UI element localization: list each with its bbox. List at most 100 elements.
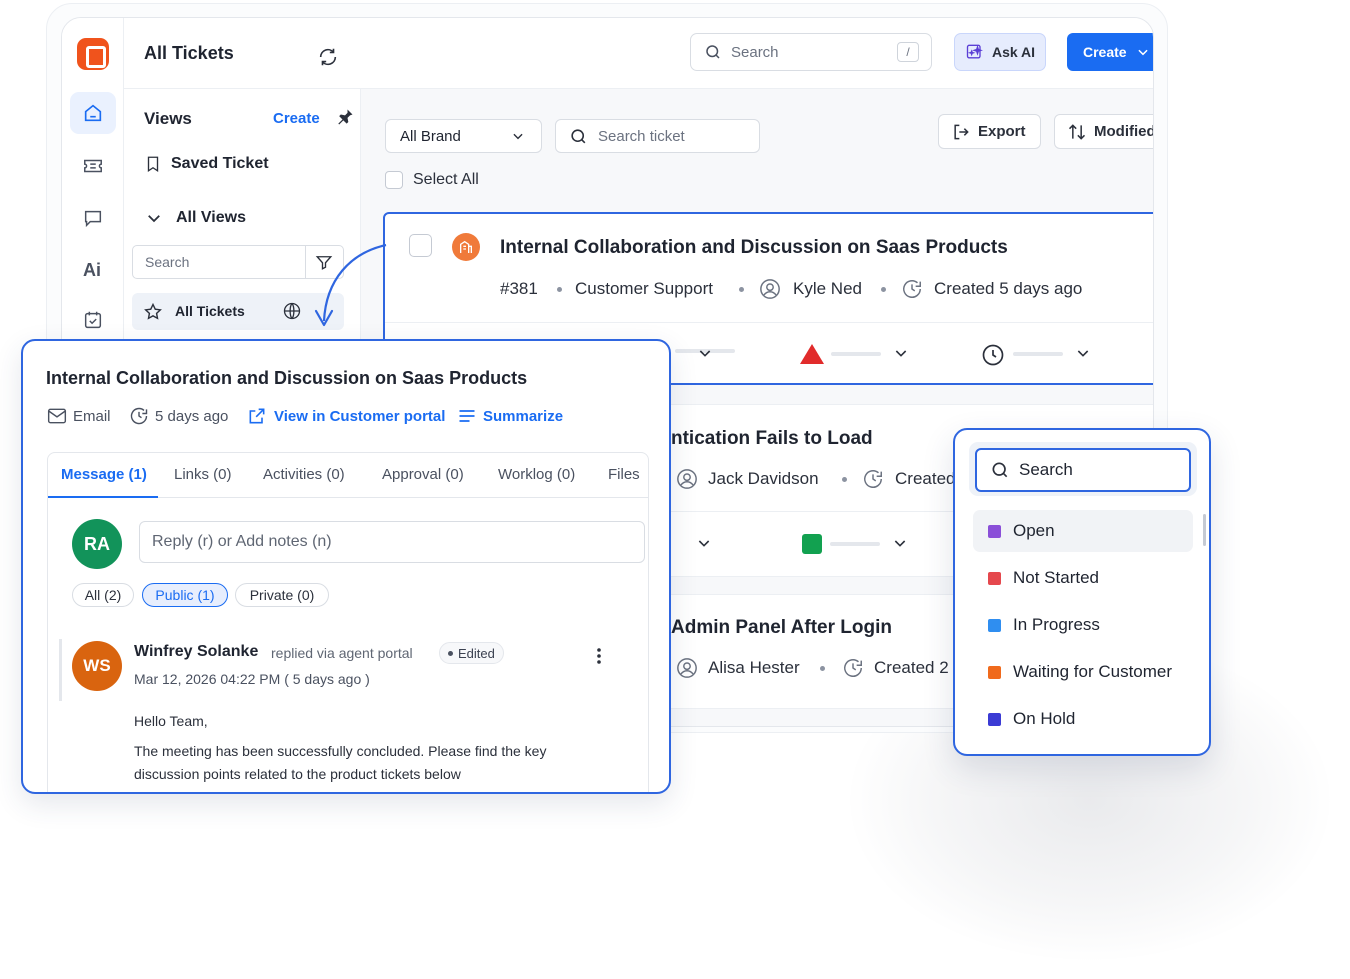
reply-placeholder: Reply (r) or Add notes (n) [152,533,332,550]
ticket-agent: Kyle Ned [793,279,862,298]
status-option-on-hold[interactable]: On Hold [973,698,1193,740]
ticket-created: Created 2 [874,658,949,677]
search-ticket-input[interactable]: Search ticket [555,119,760,153]
brand-logo-icon[interactable] [77,38,109,70]
status-swatch [988,524,1001,538]
status-dropdown: Search Open Not Started In Progress Wait… [953,428,1211,756]
export-button[interactable]: Export [938,114,1041,149]
status-swatch [988,665,1001,679]
avatar: WS [72,641,122,691]
reply-input[interactable]: Reply (r) or Add notes (n) [139,521,645,563]
clock-history-icon [842,657,864,679]
clock-history-icon [129,406,149,426]
summarize-button[interactable]: Summarize [483,408,563,425]
tab-worklog[interactable]: Worklog (0) [498,466,575,483]
detail-age: 5 days ago [155,408,229,425]
chevron-down-icon[interactable] [892,535,908,551]
chevron-down-icon[interactable] [893,345,909,361]
clock-icon[interactable] [981,343,1005,367]
tab-activities[interactable]: Activities (0) [263,466,345,483]
user-icon [759,278,781,300]
sort-modified-button[interactable]: Modified [1054,114,1154,149]
svg-text:Ai: Ai [83,260,101,280]
search-shortcut-badge: / [897,42,919,62]
select-all-label: Select All [413,171,479,188]
sort-icon [1068,123,1086,140]
status-search-placeholder: Search [1019,460,1073,479]
status-option-waiting-for-customer[interactable]: Waiting for Customer [973,651,1193,693]
create-button[interactable]: Create [1067,33,1153,71]
refresh-icon[interactable] [317,46,339,68]
status-green-icon[interactable] [802,534,822,554]
create-view-link[interactable]: Create [273,110,320,127]
page-title: All Tickets [144,43,234,63]
summarize-icon[interactable] [457,407,477,425]
global-search-placeholder: Search [731,43,779,61]
ticket-id: #381 [500,279,538,298]
global-search-input[interactable]: Search / [690,33,932,71]
view-item-label: All Tickets [175,303,245,319]
tickets-icon[interactable] [70,145,116,187]
pin-icon[interactable] [335,107,355,127]
brand-select-value: All Brand [400,127,461,145]
edited-label: Edited [458,645,495,661]
ticket-title[interactable]: Internal Collaboration and Discussion on… [500,237,1008,259]
chevron-down-icon[interactable] [1075,345,1091,361]
home-icon[interactable] [70,92,116,134]
chevron-down-icon[interactable] [145,209,163,227]
message-body-line-2: discussion points related to the product… [134,766,461,782]
user-icon [676,657,698,679]
status-option-in-progress[interactable]: In Progress [973,604,1193,646]
brand-select[interactable]: All Brand [385,119,542,153]
avatar: RA [72,519,122,569]
view-customer-portal-link[interactable]: View in Customer portal [274,408,445,425]
edited-badge: Edited [439,642,504,664]
message-greeting: Hello Team, [134,713,208,729]
ai-icon[interactable]: Ai [70,248,116,290]
chat-icon[interactable] [70,197,116,239]
connector-arrow-icon [314,243,387,327]
views-search-placeholder: Search [145,254,190,270]
priority-high-icon[interactable] [799,343,825,365]
status-option-label: Not Started [1013,568,1099,587]
filter-public-chip[interactable]: Public (1) [142,583,228,607]
tasks-icon[interactable] [70,299,116,341]
status-swatch [988,712,1001,726]
status-swatch [988,618,1001,632]
filter-private-chip[interactable]: Private (0) [235,583,329,607]
ticket-title[interactable]: Admin Panel After Login [671,617,892,639]
all-views-toggle[interactable]: All Views [176,209,246,227]
star-icon[interactable] [143,302,163,322]
tab-files[interactable]: Files [608,466,640,483]
ask-ai-button[interactable]: Ask AI [954,33,1046,71]
views-title: Views [144,109,192,128]
message-body-line-1: The meeting has been successfully conclu… [134,743,547,759]
tab-links[interactable]: Links (0) [174,466,232,483]
more-options-icon[interactable] [596,647,602,665]
ticket-agent: Jack Davidson [708,469,819,488]
sort-modified-label: Modified [1094,123,1154,140]
status-option-label: Waiting for Customer [1013,662,1173,681]
message-container: Message (1) Links (0) Activities (0) App… [47,452,649,792]
tab-message[interactable]: Message (1) [48,453,158,498]
status-option-open[interactable]: Open [973,510,1193,552]
chevron-down-icon[interactable] [697,345,713,361]
status-swatch [988,571,1001,585]
search-icon [992,462,1008,478]
external-link-icon[interactable] [247,406,267,426]
status-option-not-started[interactable]: Not Started [973,557,1193,599]
detail-title: Internal Collaboration and Discussion on… [46,368,528,388]
scrollbar[interactable] [1203,514,1206,546]
chevron-down-icon[interactable] [696,535,712,551]
ticket-agent: Alisa Hester [708,658,800,677]
ask-ai-label: Ask AI [992,44,1036,60]
status-search-input[interactable]: Search [975,448,1191,492]
ticket-checkbox[interactable] [409,234,432,257]
select-all-checkbox[interactable] [385,171,403,189]
clock-history-icon [862,468,884,490]
ticket-group: Customer Support [575,279,713,298]
ticket-title[interactable]: ntication Fails to Load [671,428,873,450]
filter-all-chip[interactable]: All (2) [72,583,134,607]
saved-ticket-link[interactable]: Saved Ticket [171,155,269,173]
tab-approval[interactable]: Approval (0) [382,466,464,483]
